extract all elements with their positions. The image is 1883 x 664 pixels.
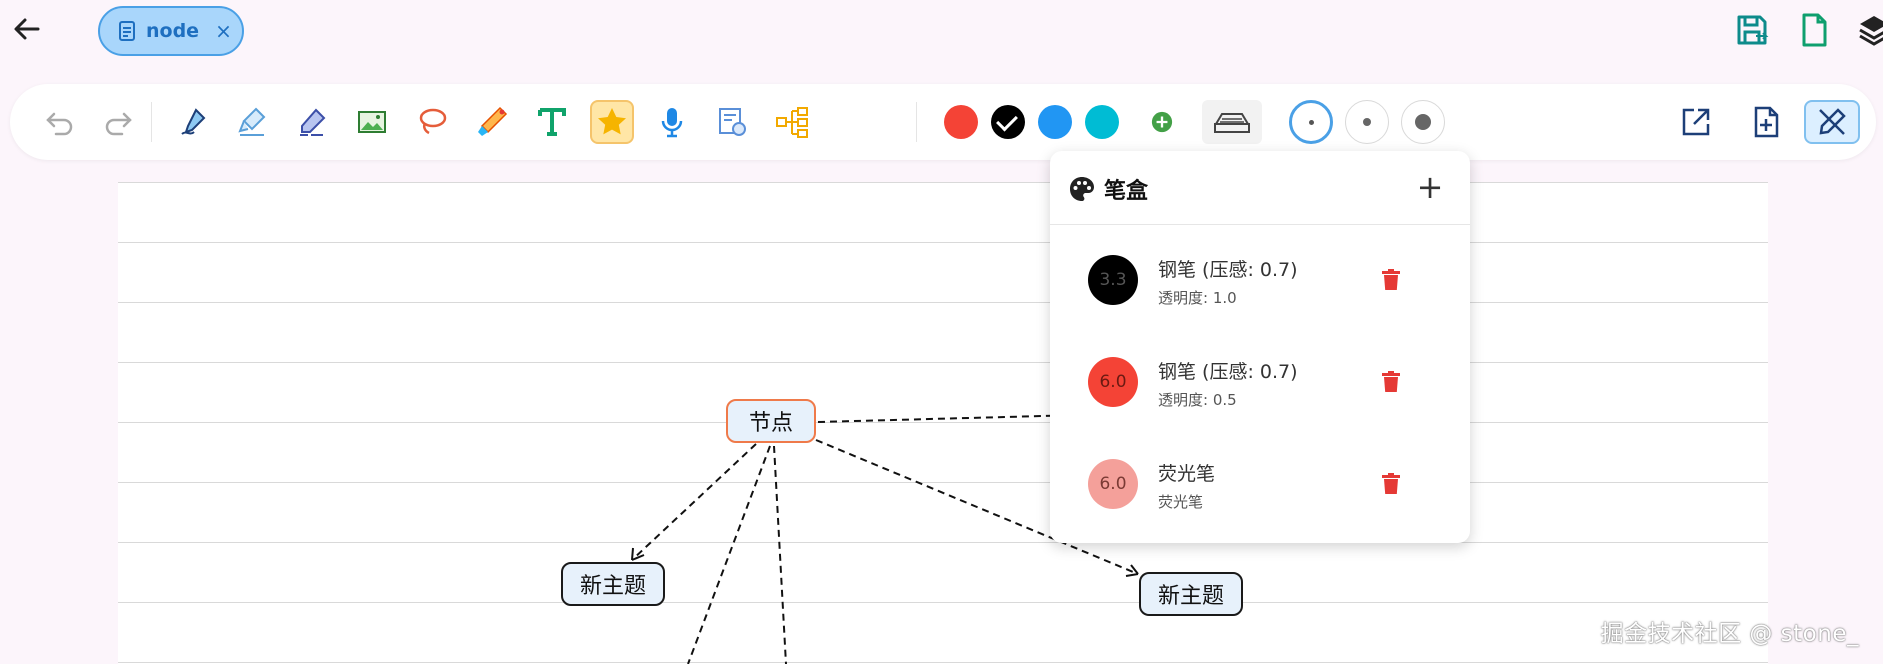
eraser-tool[interactable] — [290, 100, 334, 144]
trash-icon[interactable] — [1378, 369, 1404, 395]
laser-pointer-icon — [478, 106, 508, 136]
pen-item[interactable]: 6.0 荧光笔 荧光笔 — [1050, 435, 1470, 535]
connector-line — [773, 445, 787, 664]
pen-detail: 透明度: 0.5 — [1158, 391, 1237, 409]
penbox-header: 笔盒 + — [1050, 151, 1470, 225]
fountain-pen-icon — [181, 108, 206, 135]
size-dot — [1308, 119, 1314, 125]
pen-item[interactable]: 6.0 钢笔 (压感: 0.7) 透明度: 0.5 — [1050, 333, 1470, 433]
stroke-size-small[interactable] — [1289, 100, 1333, 144]
size-dot — [1363, 118, 1371, 126]
layers-icon — [1859, 16, 1883, 46]
pencil-off-icon — [1819, 108, 1846, 135]
drawing-canvas[interactable]: 节点 新主题 新主题 — [118, 182, 1768, 664]
stroke-size-large[interactable] — [1401, 100, 1445, 144]
redo-button[interactable] — [96, 100, 140, 144]
document-icon — [119, 21, 135, 41]
text-tool[interactable] — [530, 100, 574, 144]
star-icon — [598, 108, 626, 135]
pen-size-badge: 6.0 — [1088, 357, 1138, 407]
stamp-icon — [719, 108, 746, 136]
tab-node[interactable]: node × — [98, 6, 244, 56]
add-page-button[interactable] — [1744, 100, 1788, 144]
pen-size-badge: 3.3 — [1088, 255, 1138, 305]
image-tool[interactable] — [350, 100, 394, 144]
save-icon — [1737, 15, 1769, 45]
penbox-add-button[interactable]: + — [1410, 167, 1450, 207]
pen-size-badge: 6.0 — [1088, 459, 1138, 509]
connector-line — [631, 443, 757, 561]
pen-detail: 荧光笔 — [1158, 493, 1204, 511]
mindmap-connections — [631, 413, 1139, 664]
toggle-draw-mode-button[interactable] — [1804, 100, 1860, 144]
star-tool[interactable] — [590, 100, 634, 144]
pen-name: 钢笔 (压感: 0.7) — [1158, 259, 1298, 281]
mindmap-node-right[interactable]: 新主题 — [1139, 572, 1243, 616]
text-icon — [538, 108, 566, 136]
microphone-tool[interactable] — [650, 100, 694, 144]
mindmap-icon — [776, 107, 808, 138]
back-button[interactable] — [10, 12, 44, 46]
pen-name: 钢笔 (压感: 0.7) — [1158, 361, 1298, 383]
trash-icon[interactable] — [1378, 471, 1404, 497]
color-swatch-blue[interactable] — [1038, 105, 1072, 139]
pen-box-button[interactable] — [1202, 100, 1262, 144]
size-dot — [1415, 114, 1431, 130]
undo-button[interactable] — [38, 100, 82, 144]
image-icon — [358, 111, 386, 133]
file-icon — [1802, 13, 1827, 47]
layers-button[interactable] — [1856, 12, 1883, 48]
connector-line — [687, 445, 771, 664]
pen-item[interactable]: 3.3 钢笔 (压感: 0.7) 透明度: 1.0 — [1050, 231, 1470, 331]
penbox-title: 笔盒 — [1104, 179, 1149, 204]
tab-close-button[interactable]: × — [215, 19, 232, 43]
save-button[interactable] — [1734, 12, 1770, 48]
penbox-popup: 笔盒 + 3.3 钢笔 (压感: 0.7) 透明度: 1.0 6.0 钢笔 (压… — [1050, 151, 1470, 543]
new-file-button[interactable] — [1796, 12, 1832, 48]
trash-icon[interactable] — [1378, 267, 1404, 293]
export-icon — [1682, 108, 1710, 136]
undo-icon — [46, 112, 73, 136]
lasso-icon — [419, 108, 447, 135]
plus-circle-icon — [1151, 111, 1173, 133]
tab-label: node — [146, 20, 200, 42]
add-page-icon — [1754, 106, 1779, 138]
laser-pointer-tool[interactable] — [470, 100, 514, 144]
watermark: 掘金技术社区 @ stone_ — [1600, 621, 1859, 647]
mindmap-tool[interactable] — [770, 100, 814, 144]
pen-box-icon — [1214, 113, 1250, 133]
color-swatch-cyan[interactable] — [1085, 105, 1119, 139]
eraser-icon — [300, 108, 326, 136]
redo-icon — [105, 112, 132, 136]
fountain-pen-tool[interactable] — [170, 100, 214, 144]
add-color-button[interactable] — [1140, 100, 1184, 144]
stroke-size-medium[interactable] — [1345, 100, 1389, 144]
arrow-left-icon — [14, 18, 40, 40]
pen-detail: 透明度: 1.0 — [1158, 289, 1237, 307]
highlighter-tool[interactable] — [230, 100, 274, 144]
stamp-tool[interactable] — [710, 100, 754, 144]
color-swatch-black-selected[interactable] — [991, 105, 1025, 139]
lasso-tool[interactable] — [410, 100, 454, 144]
highlighter-icon — [238, 107, 266, 136]
microphone-icon — [661, 108, 683, 138]
main-toolbar — [10, 84, 1876, 160]
export-button[interactable] — [1674, 100, 1718, 144]
mindmap-node-left[interactable]: 新主题 — [561, 562, 665, 606]
pen-name: 荧光笔 — [1158, 463, 1216, 485]
mindmap-node-root[interactable]: 节点 — [726, 399, 816, 443]
color-swatch-red[interactable] — [944, 105, 978, 139]
palette-icon — [1070, 177, 1094, 201]
